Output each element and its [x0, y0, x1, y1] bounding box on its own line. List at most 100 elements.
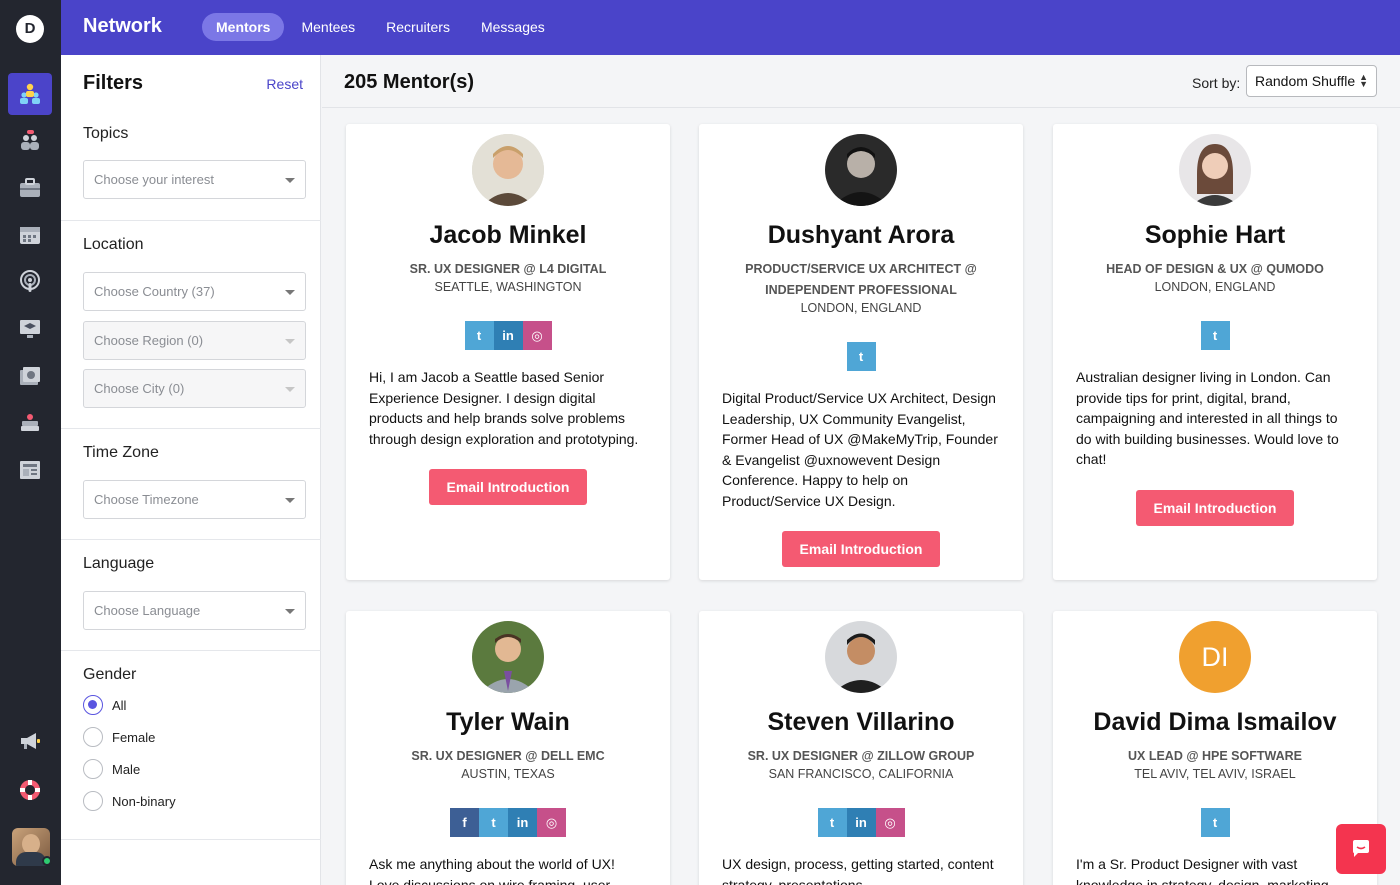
- mentor-location: London, England: [1154, 280, 1276, 294]
- mentor-name[interactable]: Dushyant Arora: [699, 221, 1023, 250]
- language-select[interactable]: Choose Language: [83, 591, 306, 630]
- mentor-count: 205 Mentor(s): [344, 71, 475, 93]
- mentor-bio: I'm a Sr. Product Designer with vast kno…: [1076, 856, 1329, 885]
- twitter-icon[interactable]: t: [1200, 808, 1230, 837]
- linkedin-icon[interactable]: in: [508, 808, 537, 837]
- brand-title[interactable]: Network: [83, 15, 162, 38]
- linkedin-icon[interactable]: in: [846, 808, 876, 837]
- mentor-avatar[interactable]: DI: [1179, 621, 1251, 693]
- mentor-avatar[interactable]: [1179, 134, 1251, 206]
- mentor-name[interactable]: Sophie Hart: [1053, 221, 1377, 250]
- linkedin-icon[interactable]: in: [493, 321, 523, 350]
- mentor-card: Dushyant Arora Product/Service UX Archit…: [699, 124, 1023, 580]
- mentor-name[interactable]: Tyler Wain: [346, 708, 670, 737]
- filters-panel: Filters Reset Topics Choose your interes…: [61, 55, 321, 885]
- mentor-card: DI David Dima Ismailov UX Lead @ HPE Sof…: [1053, 611, 1377, 885]
- mentor-avatar[interactable]: [472, 621, 544, 693]
- photos-icon[interactable]: [8, 355, 52, 397]
- mentor-title: Sr. UX Designer @ Dell EMC: [411, 749, 605, 763]
- mentor-bio: Hi, I am Jacob a Seattle based Senior Ex…: [369, 369, 639, 447]
- mentor-bio: Australian designer living in London. Ca…: [1076, 369, 1339, 468]
- help-icon[interactable]: [8, 769, 52, 811]
- mentor-avatar[interactable]: [825, 621, 897, 693]
- email-introduction-button[interactable]: Email Introduction: [1136, 490, 1294, 526]
- email-introduction-button[interactable]: Email Introduction: [782, 531, 940, 567]
- mentor-card: Jacob Minkel Sr. UX Designer @ L4 Digita…: [346, 124, 670, 580]
- email-introduction-button[interactable]: Email Introduction: [429, 469, 587, 505]
- mentor-location: Austin, Texas: [461, 767, 555, 781]
- facebook-icon[interactable]: f: [450, 808, 479, 837]
- timezone-label: Time Zone: [83, 444, 159, 461]
- mentor-name[interactable]: Steven Villarino: [699, 708, 1023, 737]
- app-logo[interactable]: D: [16, 15, 44, 43]
- tab-mentees[interactable]: Mentees: [287, 13, 369, 41]
- mentor-location: San Francisco, California: [768, 767, 954, 781]
- dribbble-icon[interactable]: ◎: [875, 808, 905, 837]
- sort-arrows-icon: ▲ ▼: [1359, 72, 1368, 89]
- social-links: t: [699, 342, 1023, 371]
- topics-section: Topics Choose your interest: [61, 55, 321, 220]
- country-select[interactable]: Choose Country (37): [83, 272, 306, 311]
- mentor-location: Seattle, Washington: [434, 280, 582, 294]
- gender-option-nonbinary[interactable]: Non-binary: [83, 791, 176, 811]
- radio-all[interactable]: [83, 695, 103, 715]
- jobs-icon[interactable]: [8, 167, 52, 209]
- learning-icon[interactable]: [8, 308, 52, 350]
- gender-option-male[interactable]: Male: [83, 759, 140, 779]
- mentor-bio: UX design, process, getting started, con…: [722, 856, 994, 885]
- dribbble-icon[interactable]: ◎: [537, 808, 566, 837]
- mentor-bio: Digital Product/Service UX Architect, De…: [722, 390, 998, 509]
- radio-female[interactable]: [83, 727, 103, 747]
- twitter-icon[interactable]: t: [464, 321, 494, 350]
- mentor-name[interactable]: Jacob Minkel: [346, 221, 670, 250]
- timezone-select[interactable]: Choose Timezone: [83, 480, 306, 519]
- megaphone-icon[interactable]: [8, 720, 52, 762]
- sort-label: Sort by:: [1192, 75, 1241, 91]
- articles-icon[interactable]: [8, 449, 52, 491]
- mentor-title: UX Lead @ HPE Software: [1127, 749, 1302, 763]
- mentor-avatar[interactable]: [472, 134, 544, 206]
- timezone-section: Time Zone Choose Timezone: [61, 428, 321, 539]
- topics-select[interactable]: Choose your interest: [83, 160, 306, 199]
- icon-rail: D: [0, 0, 61, 885]
- mentor-card: Sophie Hart Head of Design & UX @ Qumodo…: [1053, 124, 1377, 580]
- mentor-title: Head of Design & UX @ Qumodo: [1106, 262, 1324, 276]
- mentor-avatar[interactable]: [825, 134, 897, 206]
- social-links: t in ◎: [699, 808, 1023, 837]
- mentor-title: Sr. UX Designer @ Zillow Group: [747, 749, 975, 763]
- chat-button[interactable]: [1336, 824, 1386, 874]
- podcast-icon[interactable]: [8, 261, 52, 303]
- location-section: Location Choose Country (37) Choose Regi…: [61, 220, 321, 428]
- tab-messages[interactable]: Messages: [467, 13, 559, 41]
- gender-option-all[interactable]: All: [83, 695, 126, 715]
- radio-nonbinary[interactable]: [83, 791, 103, 811]
- location-label: Location: [83, 236, 144, 253]
- mentor-name[interactable]: David Dima Ismailov: [1053, 708, 1377, 737]
- twitter-icon[interactable]: t: [817, 808, 847, 837]
- books-icon[interactable]: [8, 402, 52, 444]
- twitter-icon[interactable]: t: [479, 808, 508, 837]
- region-select: Choose Region (0): [83, 321, 306, 360]
- mentor-location: Tel Aviv, Tel Aviv, Israel: [1134, 767, 1296, 781]
- tab-recruiters[interactable]: Recruiters: [372, 13, 464, 41]
- mentor-card: Steven Villarino Sr. UX Designer @ Zillo…: [699, 611, 1023, 885]
- top-nav: Mentors Mentees Recruiters Messages: [202, 13, 562, 41]
- sort-select[interactable]: Random Shuffle ▲ ▼: [1246, 65, 1377, 97]
- online-status-dot: [42, 856, 52, 866]
- mentor-bio: Ask me anything about the world of UX! L…: [369, 856, 615, 885]
- dribbble-icon[interactable]: ◎: [522, 321, 552, 350]
- top-bar: Network Mentors Mentees Recruiters Messa…: [61, 0, 1400, 55]
- gender-section: Gender All Female Male Non-binary: [61, 650, 321, 840]
- mentor-location: London, England: [800, 301, 922, 315]
- tab-mentors[interactable]: Mentors: [202, 13, 285, 41]
- twitter-icon[interactable]: t: [846, 342, 876, 371]
- gender-option-female[interactable]: Female: [83, 727, 155, 747]
- radio-male[interactable]: [83, 759, 103, 779]
- twitter-icon[interactable]: t: [1200, 321, 1230, 350]
- calendar-icon[interactable]: [8, 214, 52, 256]
- mentees-icon[interactable]: [8, 120, 52, 162]
- mentor-title: Product/Service UX Architect @ Independe…: [745, 262, 977, 297]
- results-header: 205 Mentor(s) Sort by: Random Shuffle ▲ ▼: [322, 55, 1400, 108]
- mentors-icon[interactable]: [8, 73, 52, 115]
- chat-icon: [1353, 840, 1369, 857]
